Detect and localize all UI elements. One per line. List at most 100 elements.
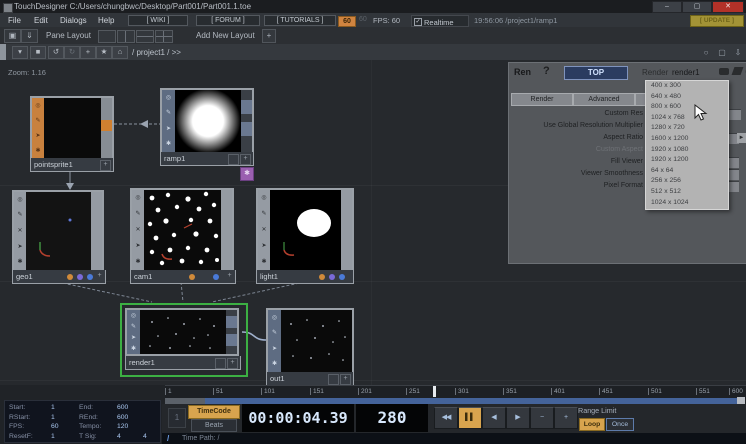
pick-flag-icon[interactable]: ✱ bbox=[131, 346, 136, 352]
bypass-flag-icon[interactable]: ✎ bbox=[261, 211, 266, 217]
layout-preset-split-v[interactable] bbox=[117, 30, 135, 43]
time-path-slash-icon[interactable]: / bbox=[167, 434, 169, 443]
maximize-button[interactable]: ▢ bbox=[682, 1, 712, 13]
render-flag-icon[interactable]: ➤ bbox=[35, 133, 40, 139]
flag-dot-purple[interactable] bbox=[77, 274, 83, 280]
node-viewer-geo[interactable] bbox=[26, 192, 91, 270]
wire-geo1-render1[interactable] bbox=[58, 282, 152, 302]
render-op-value[interactable]: render1 bbox=[672, 68, 700, 77]
resolution-option[interactable]: 64 x 64 bbox=[646, 166, 728, 177]
output-connector[interactable] bbox=[101, 120, 112, 131]
viewer-circle-icon[interactable]: ○ bbox=[700, 47, 712, 58]
step-back-button[interactable]: − bbox=[530, 407, 554, 429]
pick-flag-icon[interactable]: ✱ bbox=[261, 259, 266, 265]
expand-plus-icon[interactable]: + bbox=[227, 358, 238, 369]
pin-icon[interactable]: ⇩ bbox=[732, 47, 744, 58]
viewer-toggle-icon[interactable] bbox=[328, 374, 339, 385]
marker-box[interactable]: 1 bbox=[168, 408, 186, 428]
close-button[interactable]: ✕ bbox=[712, 1, 744, 13]
back-icon[interactable]: ↺ bbox=[48, 46, 64, 59]
viewer-flag-icon[interactable]: ◎ bbox=[272, 315, 277, 321]
viewer-toggle-icon[interactable] bbox=[228, 154, 239, 165]
fps-badge[interactable]: 60 bbox=[338, 16, 356, 27]
start-value[interactable]: 1 bbox=[51, 404, 55, 411]
node-viewer-ramp[interactable] bbox=[175, 90, 241, 152]
tempo-value[interactable]: 120 bbox=[117, 423, 128, 430]
flag-dot-orange[interactable] bbox=[319, 274, 325, 280]
viewer-flag-icon[interactable]: ◎ bbox=[166, 95, 171, 101]
node-name-bar[interactable]: pointsprite1 + bbox=[30, 158, 114, 172]
skip-to-start-button[interactable]: ◀◀ bbox=[434, 407, 458, 429]
palette-badge-icon[interactable]: ✱ bbox=[240, 167, 254, 181]
output-connector[interactable] bbox=[241, 122, 252, 136]
bypass-flag-icon[interactable]: ✎ bbox=[17, 212, 22, 218]
node-viewer[interactable] bbox=[44, 98, 101, 158]
pick-flag-icon[interactable]: ✱ bbox=[17, 259, 22, 265]
layout-preset-split-h[interactable] bbox=[136, 30, 154, 43]
resolution-option[interactable]: 1024 x 768 bbox=[646, 113, 728, 124]
node-light1[interactable]: ◎ ✎ ✕ ➤ ✱ bbox=[256, 188, 354, 272]
breadcrumb[interactable]: / project1 / >> bbox=[132, 48, 181, 57]
update-button[interactable]: [ UPDATE ] bbox=[690, 15, 744, 27]
resolution-option[interactable]: 1600 x 1200 bbox=[646, 134, 728, 145]
flag-dot-blue[interactable] bbox=[213, 274, 219, 280]
bypass-flag-icon[interactable]: ✎ bbox=[166, 110, 171, 116]
tab-render[interactable]: Render bbox=[511, 93, 573, 106]
render-flag-icon[interactable]: ➤ bbox=[135, 243, 140, 249]
output-connector[interactable] bbox=[241, 100, 252, 114]
flag-dot-purple[interactable] bbox=[329, 274, 335, 280]
node-name-bar[interactable]: geo1 + bbox=[12, 270, 106, 284]
resolution-option[interactable]: 1024 x 1024 bbox=[646, 198, 728, 209]
bypass-flag-icon[interactable]: ✎ bbox=[272, 330, 277, 336]
pick-flag-icon[interactable]: ✱ bbox=[272, 361, 277, 367]
add-bookmark-icon[interactable]: + bbox=[80, 46, 96, 59]
lock-flag-icon[interactable]: ✕ bbox=[261, 227, 266, 233]
node-out1[interactable]: ◎ ✎ ➤ ✱ bbox=[266, 308, 354, 374]
viewer-window-icon[interactable]: ▢ bbox=[716, 47, 728, 58]
pick-flag-icon[interactable]: ✱ bbox=[35, 148, 40, 154]
add-layout-plus-button[interactable]: + bbox=[262, 29, 276, 43]
tsig-value-2[interactable]: 4 bbox=[143, 433, 147, 440]
flag-dot-blue[interactable] bbox=[87, 274, 93, 280]
wire-light1-render1[interactable] bbox=[212, 282, 304, 302]
frame-display[interactable]: 280 bbox=[356, 404, 428, 432]
fps-value[interactable]: 60 bbox=[51, 423, 59, 430]
resolution-option[interactable]: 400 x 300 bbox=[646, 81, 728, 92]
expand-plus-icon[interactable]: + bbox=[100, 160, 111, 171]
play-reverse-button[interactable]: ◀ bbox=[482, 407, 506, 429]
pick-flag-icon[interactable]: ✱ bbox=[135, 259, 140, 265]
viewer-flag-icon[interactable]: ◎ bbox=[35, 103, 40, 109]
bypass-flag-icon[interactable]: ✎ bbox=[131, 324, 136, 330]
resolution-option[interactable]: 1280 x 720 bbox=[646, 123, 728, 134]
flag-dot-orange[interactable] bbox=[67, 274, 73, 280]
pause-button[interactable]: ▌▌ bbox=[458, 407, 482, 429]
home-icon[interactable]: ⌂ bbox=[112, 46, 128, 59]
resolution-option[interactable]: 512 x 512 bbox=[646, 187, 728, 198]
comment-icon[interactable] bbox=[719, 68, 729, 75]
flag-dot-orange[interactable] bbox=[189, 274, 195, 280]
monitor-icon[interactable]: ▣ bbox=[4, 29, 21, 43]
resolution-option[interactable]: 800 x 600 bbox=[646, 102, 728, 113]
node-pointsprite1[interactable]: ◎ ✎ ➤ ✱ bbox=[30, 96, 114, 160]
render-flag-icon[interactable]: ➤ bbox=[131, 335, 136, 341]
expand-plus-icon[interactable]: + bbox=[225, 272, 234, 281]
tsig-value-1[interactable]: 4 bbox=[117, 433, 121, 440]
expand-plus-icon[interactable]: + bbox=[240, 154, 251, 165]
node-name-bar[interactable]: cam1 + bbox=[130, 270, 236, 284]
bypass-flag-icon[interactable]: ✎ bbox=[35, 118, 40, 124]
realtime-toggle[interactable]: ✓ Realtime bbox=[411, 15, 469, 27]
node-geo1[interactable]: ◎ ✎ ✕ ➤ ✱ bbox=[12, 190, 104, 272]
timeline-ruler[interactable]: 1 51 101 151 201 251 301 351 401 451 501… bbox=[165, 385, 746, 399]
loop-button[interactable]: Loop bbox=[579, 418, 605, 431]
node-name-bar[interactable]: out1 + bbox=[266, 372, 354, 385]
rend-value[interactable]: 600 bbox=[117, 414, 128, 421]
node-render1[interactable]: ◎ ✎ ➤ ✱ bbox=[125, 308, 239, 356]
tutorials-button[interactable]: [ TUTORIALS ] bbox=[264, 15, 336, 26]
lock-flag-icon[interactable]: ✕ bbox=[17, 228, 22, 234]
eraser-icon[interactable] bbox=[732, 67, 744, 75]
expand-plus-icon[interactable]: + bbox=[340, 374, 351, 385]
step-forward-button[interactable]: + bbox=[554, 407, 578, 429]
wire-cam1-render1[interactable] bbox=[181, 282, 183, 302]
render-flag-icon[interactable]: ➤ bbox=[17, 244, 22, 250]
once-button[interactable]: Once bbox=[606, 418, 634, 431]
